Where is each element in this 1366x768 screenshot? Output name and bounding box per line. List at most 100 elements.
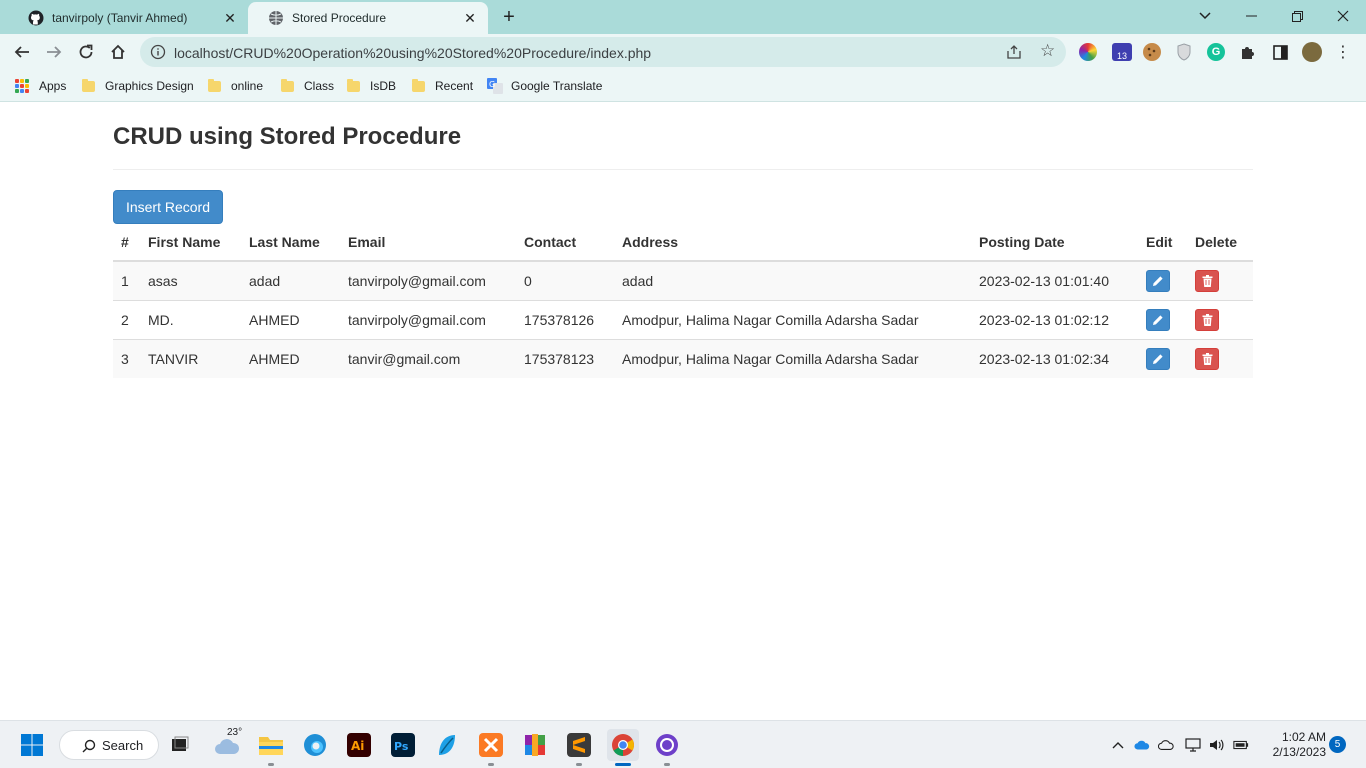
edit-button[interactable]	[1146, 347, 1170, 370]
close-window-button[interactable]	[1320, 0, 1366, 32]
extension-badge-icon[interactable]: 13	[1112, 43, 1132, 61]
tab-github[interactable]: tanvirpoly (Tanvir Ahmed) ✕	[8, 2, 248, 34]
new-tab-button[interactable]: +	[498, 6, 520, 28]
bookmark-label: Class	[304, 79, 335, 93]
clock-date: 2/13/2023	[1272, 745, 1326, 759]
shield-extension-icon[interactable]	[1175, 43, 1193, 61]
profile-avatar[interactable]	[1302, 42, 1322, 62]
minimize-button[interactable]	[1228, 0, 1274, 32]
xampp-app[interactable]	[475, 729, 507, 766]
cloud-icon[interactable]	[1158, 737, 1174, 753]
illustrator-app[interactable]: Ai	[343, 729, 375, 761]
edit-cell	[1138, 299, 1187, 339]
start-button[interactable]	[16, 729, 48, 761]
apps-grid-icon	[15, 79, 29, 93]
github-icon	[28, 10, 44, 26]
trash-icon	[1202, 274, 1212, 287]
bookmark-star-icon[interactable]: ☆	[1040, 42, 1055, 60]
close-tab-icon[interactable]: ✕	[462, 10, 478, 26]
search-icon	[82, 739, 96, 753]
notification-badge[interactable]: 5	[1329, 736, 1346, 753]
color-picker-extension-icon[interactable]	[1079, 43, 1097, 61]
forward-button[interactable]	[40, 38, 68, 66]
bookmark-graphics-design[interactable]: Graphics Design	[82, 77, 194, 95]
weather-widget[interactable]: 23°	[211, 727, 243, 761]
column-header: First Name	[140, 224, 241, 262]
taskbar-search[interactable]: Search	[59, 730, 159, 760]
restore-button[interactable]	[1274, 0, 1320, 32]
side-panel-icon[interactable]	[1271, 43, 1289, 61]
sublime-text-icon	[567, 733, 591, 757]
weather-temperature: 23°	[227, 727, 243, 738]
network-icon[interactable]	[1185, 737, 1201, 753]
active-app-indicator	[615, 763, 631, 766]
share-icon[interactable]	[1006, 44, 1022, 60]
chrome-app[interactable]	[607, 729, 639, 766]
bluestacks-app[interactable]	[431, 729, 463, 761]
column-header: Last Name	[241, 224, 340, 262]
pencil-icon	[1153, 314, 1163, 325]
address-bar[interactable]: localhost/CRUD%20Operation%20using%20Sto…	[140, 37, 1066, 67]
bookmark-online[interactable]: online	[208, 77, 263, 95]
bookmark-isdb[interactable]: IsDB	[347, 77, 396, 95]
onedrive-sync-icon[interactable]	[1134, 737, 1150, 753]
delete-cell	[1187, 260, 1253, 300]
winrar-app[interactable]	[519, 729, 551, 761]
github-desktop-app[interactable]	[651, 729, 683, 766]
winrar-icon	[525, 734, 545, 756]
photoshop-app[interactable]: Ps	[387, 729, 419, 761]
row-number: 1	[113, 260, 140, 300]
edit-button[interactable]	[1146, 269, 1170, 292]
extension-badge-count: 13	[1116, 51, 1127, 61]
tab-stored-procedure[interactable]: Stored Procedure ✕	[248, 2, 488, 34]
home-button[interactable]	[104, 38, 132, 66]
delete-button[interactable]	[1195, 308, 1219, 331]
github-desktop-icon	[656, 734, 678, 756]
edge-app[interactable]	[299, 729, 331, 761]
column-header: Email	[340, 224, 516, 262]
back-button[interactable]	[8, 38, 36, 66]
folder-icon	[412, 78, 425, 92]
chrome-menu-icon[interactable]: ⋮	[1334, 43, 1352, 61]
bookmark-google-translate[interactable]: G Google Translate	[487, 77, 602, 95]
folder-icon	[347, 78, 360, 92]
table-header-row: # First Name Last Name Email Contact Add…	[113, 224, 1253, 262]
running-indicator	[576, 763, 582, 766]
insert-record-button[interactable]: Insert Record	[113, 190, 223, 224]
delete-button[interactable]	[1195, 269, 1219, 292]
reload-button[interactable]	[72, 38, 100, 66]
page-content: CRUD using Stored Procedure Insert Recor…	[0, 103, 1366, 720]
bookmark-label: online	[231, 79, 264, 93]
task-view-button[interactable]	[164, 729, 196, 761]
site-info-icon[interactable]	[150, 44, 166, 60]
battery-icon[interactable]	[1233, 737, 1249, 753]
column-header: Address	[614, 224, 971, 262]
file-explorer-app[interactable]	[255, 729, 287, 766]
delete-button[interactable]	[1195, 347, 1219, 370]
first-name-cell: TANVIR	[140, 338, 241, 378]
table-row: 3 TANVIR AHMED tanvir@gmail.com 17537812…	[113, 338, 1253, 378]
address-cell: adad	[614, 260, 971, 300]
sublime-text-app[interactable]	[563, 729, 595, 766]
bookmark-label: IsDB	[370, 79, 397, 93]
volume-icon[interactable]	[1209, 737, 1225, 753]
extensions-puzzle-icon[interactable]	[1239, 43, 1257, 61]
bookmark-class[interactable]: Class	[281, 77, 334, 95]
bookmark-apps[interactable]: Apps	[15, 77, 66, 95]
row-number: 3	[113, 338, 140, 378]
bookmark-recent[interactable]: Recent	[412, 77, 473, 95]
system-clock[interactable]: 1:02 AM 2/13/2023	[1256, 730, 1326, 760]
running-indicator	[268, 763, 274, 766]
cookie-extension-icon[interactable]	[1143, 43, 1161, 61]
show-hidden-icons-chevron-icon[interactable]	[1110, 737, 1126, 753]
edit-button[interactable]	[1146, 308, 1170, 331]
close-tab-icon[interactable]: ✕	[222, 10, 238, 26]
address-cell: Amodpur, Halima Nagar Comilla Adarsha Sa…	[614, 338, 971, 378]
posting-date-cell: 2023-02-13 01:01:40	[971, 260, 1138, 300]
tab-search-chevron-icon[interactable]	[1182, 0, 1228, 32]
grammarly-extension-icon[interactable]: G	[1207, 43, 1225, 61]
column-header: Posting Date	[971, 224, 1138, 262]
pencil-icon	[1153, 276, 1163, 286]
column-header: #	[113, 224, 140, 262]
windows-logo-icon	[21, 734, 43, 756]
